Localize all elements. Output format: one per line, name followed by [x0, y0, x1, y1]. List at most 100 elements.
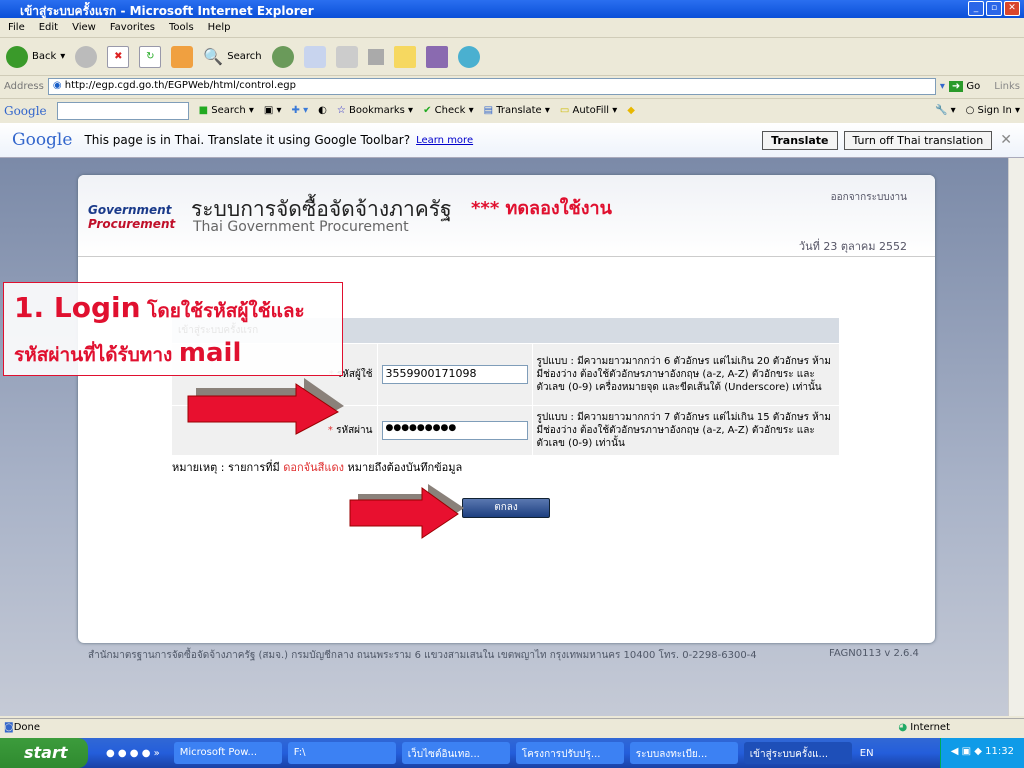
note-text-end: หมายถึงต้องบันทึกข้อมูล: [347, 461, 463, 474]
submit-button[interactable]: ตกลง: [462, 498, 550, 518]
close-translate-bar-icon[interactable]: ✕: [1000, 132, 1012, 148]
history-icon[interactable]: [271, 45, 294, 68]
search-button[interactable]: 🔍 Search: [203, 47, 261, 66]
back-arrow-icon: [6, 45, 28, 68]
current-date: วันที่ 23 ตุลาคม 2552: [798, 240, 907, 253]
trial-label: *** ทดลองใช้งาน: [471, 198, 612, 219]
system-tray: ◀ ▣ ◆ 11:32: [939, 738, 1024, 768]
menu-help[interactable]: Help: [208, 22, 231, 33]
translate-bar: Google This page is in Thai. Translate i…: [0, 123, 1024, 158]
print-icon[interactable]: [335, 45, 358, 68]
logout-link[interactable]: ออกจากระบบงาน: [831, 190, 907, 205]
username-input[interactable]: 3559900171098: [381, 364, 528, 384]
address-bar: Address ◉ http://egp.cgd.go.th/EGPWeb/ht…: [0, 76, 1024, 97]
task-button[interactable]: ระบบลงทะเบีย...: [629, 742, 738, 764]
research-icon[interactable]: [425, 45, 448, 68]
close-button[interactable]: ✕: [1004, 1, 1020, 16]
autofill-button[interactable]: ▭ AutoFill ▾: [560, 105, 617, 116]
messenger-icon[interactable]: [457, 45, 480, 68]
autofill-label: AutoFill: [572, 105, 610, 116]
mail-icon[interactable]: [303, 45, 326, 68]
autofill-icon: ▭: [559, 105, 570, 116]
maximize-button[interactable]: ▫: [986, 1, 1002, 16]
go-button[interactable]: ➜ Go: [948, 81, 981, 92]
footer-address: สำนักมาตรฐานการจัดซื้อจัดจ้างภาครัฐ (สมจ…: [88, 650, 757, 661]
task-button-active[interactable]: เข้าสู่ระบบครั้งแ...: [743, 742, 852, 764]
clock: 11:32: [985, 746, 1014, 757]
callout-step: 1. Login: [14, 291, 141, 324]
minimize-button[interactable]: _: [968, 1, 984, 16]
edit-icon[interactable]: [367, 48, 384, 65]
gp-logo: Government Procurement: [88, 185, 178, 243]
password-input[interactable]: ●●●●●●●●●: [381, 420, 528, 440]
translate-label: Translate: [496, 105, 542, 116]
links-button[interactable]: Links: [994, 81, 1020, 92]
stop-icon[interactable]: ✖: [107, 45, 130, 68]
password-hint: รูปแบบ : มีความยาวมากกว่า 7 ตัวอักษร แต่…: [532, 405, 840, 456]
bookmarks-button[interactable]: ☆ Bookmarks ▾: [337, 105, 413, 116]
translate-button[interactable]: Translate: [762, 130, 838, 150]
address-dropdown[interactable]: ▾: [940, 81, 945, 92]
note-text: หมายเหตุ : รายการที่มี: [172, 461, 280, 474]
spellcheck-icon: ✔: [423, 105, 432, 116]
check-button[interactable]: ✔ Check ▾: [423, 105, 474, 116]
translate-toolbar-button[interactable]: ▤ Translate ▾: [484, 105, 550, 116]
google-search-label: Search: [211, 105, 246, 116]
status-text: Done: [13, 722, 41, 733]
instruction-callout: 1. Login โดยใช้รหัสผู้ใช้และ รหัสผ่านที่…: [3, 282, 343, 376]
menu-tools[interactable]: Tools: [169, 22, 194, 33]
turn-off-translation-button[interactable]: Turn off Thai translation: [843, 130, 993, 150]
sign-in-button[interactable]: ○ Sign In ▾: [966, 105, 1020, 116]
start-button[interactable]: start: [0, 738, 88, 768]
refresh-icon[interactable]: ↻: [139, 45, 162, 68]
go-label: Go: [966, 81, 981, 92]
menu-edit[interactable]: Edit: [39, 22, 58, 33]
go-arrow-icon: ➜: [948, 81, 964, 92]
sign-in-label: Sign In: [977, 105, 1012, 116]
globe-icon[interactable]: ◐: [318, 105, 327, 116]
ie-page-icon: ◉: [52, 80, 65, 91]
site-title-en: Thai Government Procurement: [193, 219, 409, 235]
task-button[interactable]: เว็บไซต์อินเทอ...: [401, 742, 510, 764]
menu-file[interactable]: File: [8, 22, 25, 33]
search-icon: 🔍: [203, 47, 224, 66]
forward-button[interactable]: [75, 45, 98, 68]
back-button[interactable]: Back ▾: [6, 45, 65, 68]
bookmarks-label: Bookmarks: [348, 105, 405, 116]
task-button[interactable]: โครงการปรับปรุ...: [515, 742, 624, 764]
menu-favorites[interactable]: Favorites: [110, 22, 155, 33]
site-header: Government Procurement ระบบการจัดซื้อจัดจ…: [78, 175, 935, 257]
menu-bar: File Edit View Favorites Tools Help: [0, 18, 1024, 38]
language-indicator[interactable]: EN: [860, 748, 874, 759]
notes-icon[interactable]: [393, 45, 416, 68]
google-logo: Google: [4, 103, 47, 118]
username-hint: รูปแบบ : มีความยาวมากกว่า 6 ตัวอักษร แต่…: [532, 343, 840, 406]
google-logo-large: Google: [12, 130, 73, 150]
note-red-text: ดอกจันสีแดง: [283, 461, 344, 474]
plus-icon[interactable]: ✚ ▾: [292, 105, 309, 116]
vertical-scrollbar[interactable]: [1008, 158, 1024, 716]
page-done-icon: ◙: [4, 722, 14, 733]
tray-icons[interactable]: ◀ ▣ ◆: [951, 746, 985, 757]
menu-view[interactable]: View: [72, 22, 96, 33]
address-label: Address: [4, 81, 44, 92]
settings-wrench-icon[interactable]: 🔧 ▾: [935, 105, 956, 116]
google-search-button[interactable]: ■ Search ▾: [199, 105, 254, 116]
home-icon[interactable]: [171, 45, 194, 68]
google-search-input[interactable]: [56, 101, 189, 120]
address-input[interactable]: ◉ http://egp.cgd.go.th/EGPWeb/html/contr…: [47, 78, 936, 95]
check-label: Check: [434, 105, 466, 116]
popup-blocker-icon[interactable]: ▣ ▾: [264, 105, 282, 116]
back-label: Back: [32, 51, 57, 62]
task-button[interactable]: Microsoft Pow...: [173, 742, 282, 764]
address-url: http://egp.cgd.go.th/EGPWeb/html/control…: [64, 80, 296, 91]
translate-message: This page is in Thai. Translate it using…: [84, 133, 411, 147]
taskbar: start ● ● ● ● » Microsoft Pow... F:\ เว็…: [0, 738, 1024, 768]
google-search-icon: ■: [198, 105, 209, 116]
highlighter-icon[interactable]: ◆: [627, 105, 635, 116]
status-bar: ◙ Done ◕ Internet: [0, 718, 1024, 738]
task-button[interactable]: F:\: [287, 742, 396, 764]
learn-more-link[interactable]: Learn more: [416, 135, 473, 146]
quick-launch-icons[interactable]: ● ● ● ● »: [106, 748, 160, 759]
callout-text1: โดยใช้รหัสผู้ใช้และ: [147, 300, 305, 322]
